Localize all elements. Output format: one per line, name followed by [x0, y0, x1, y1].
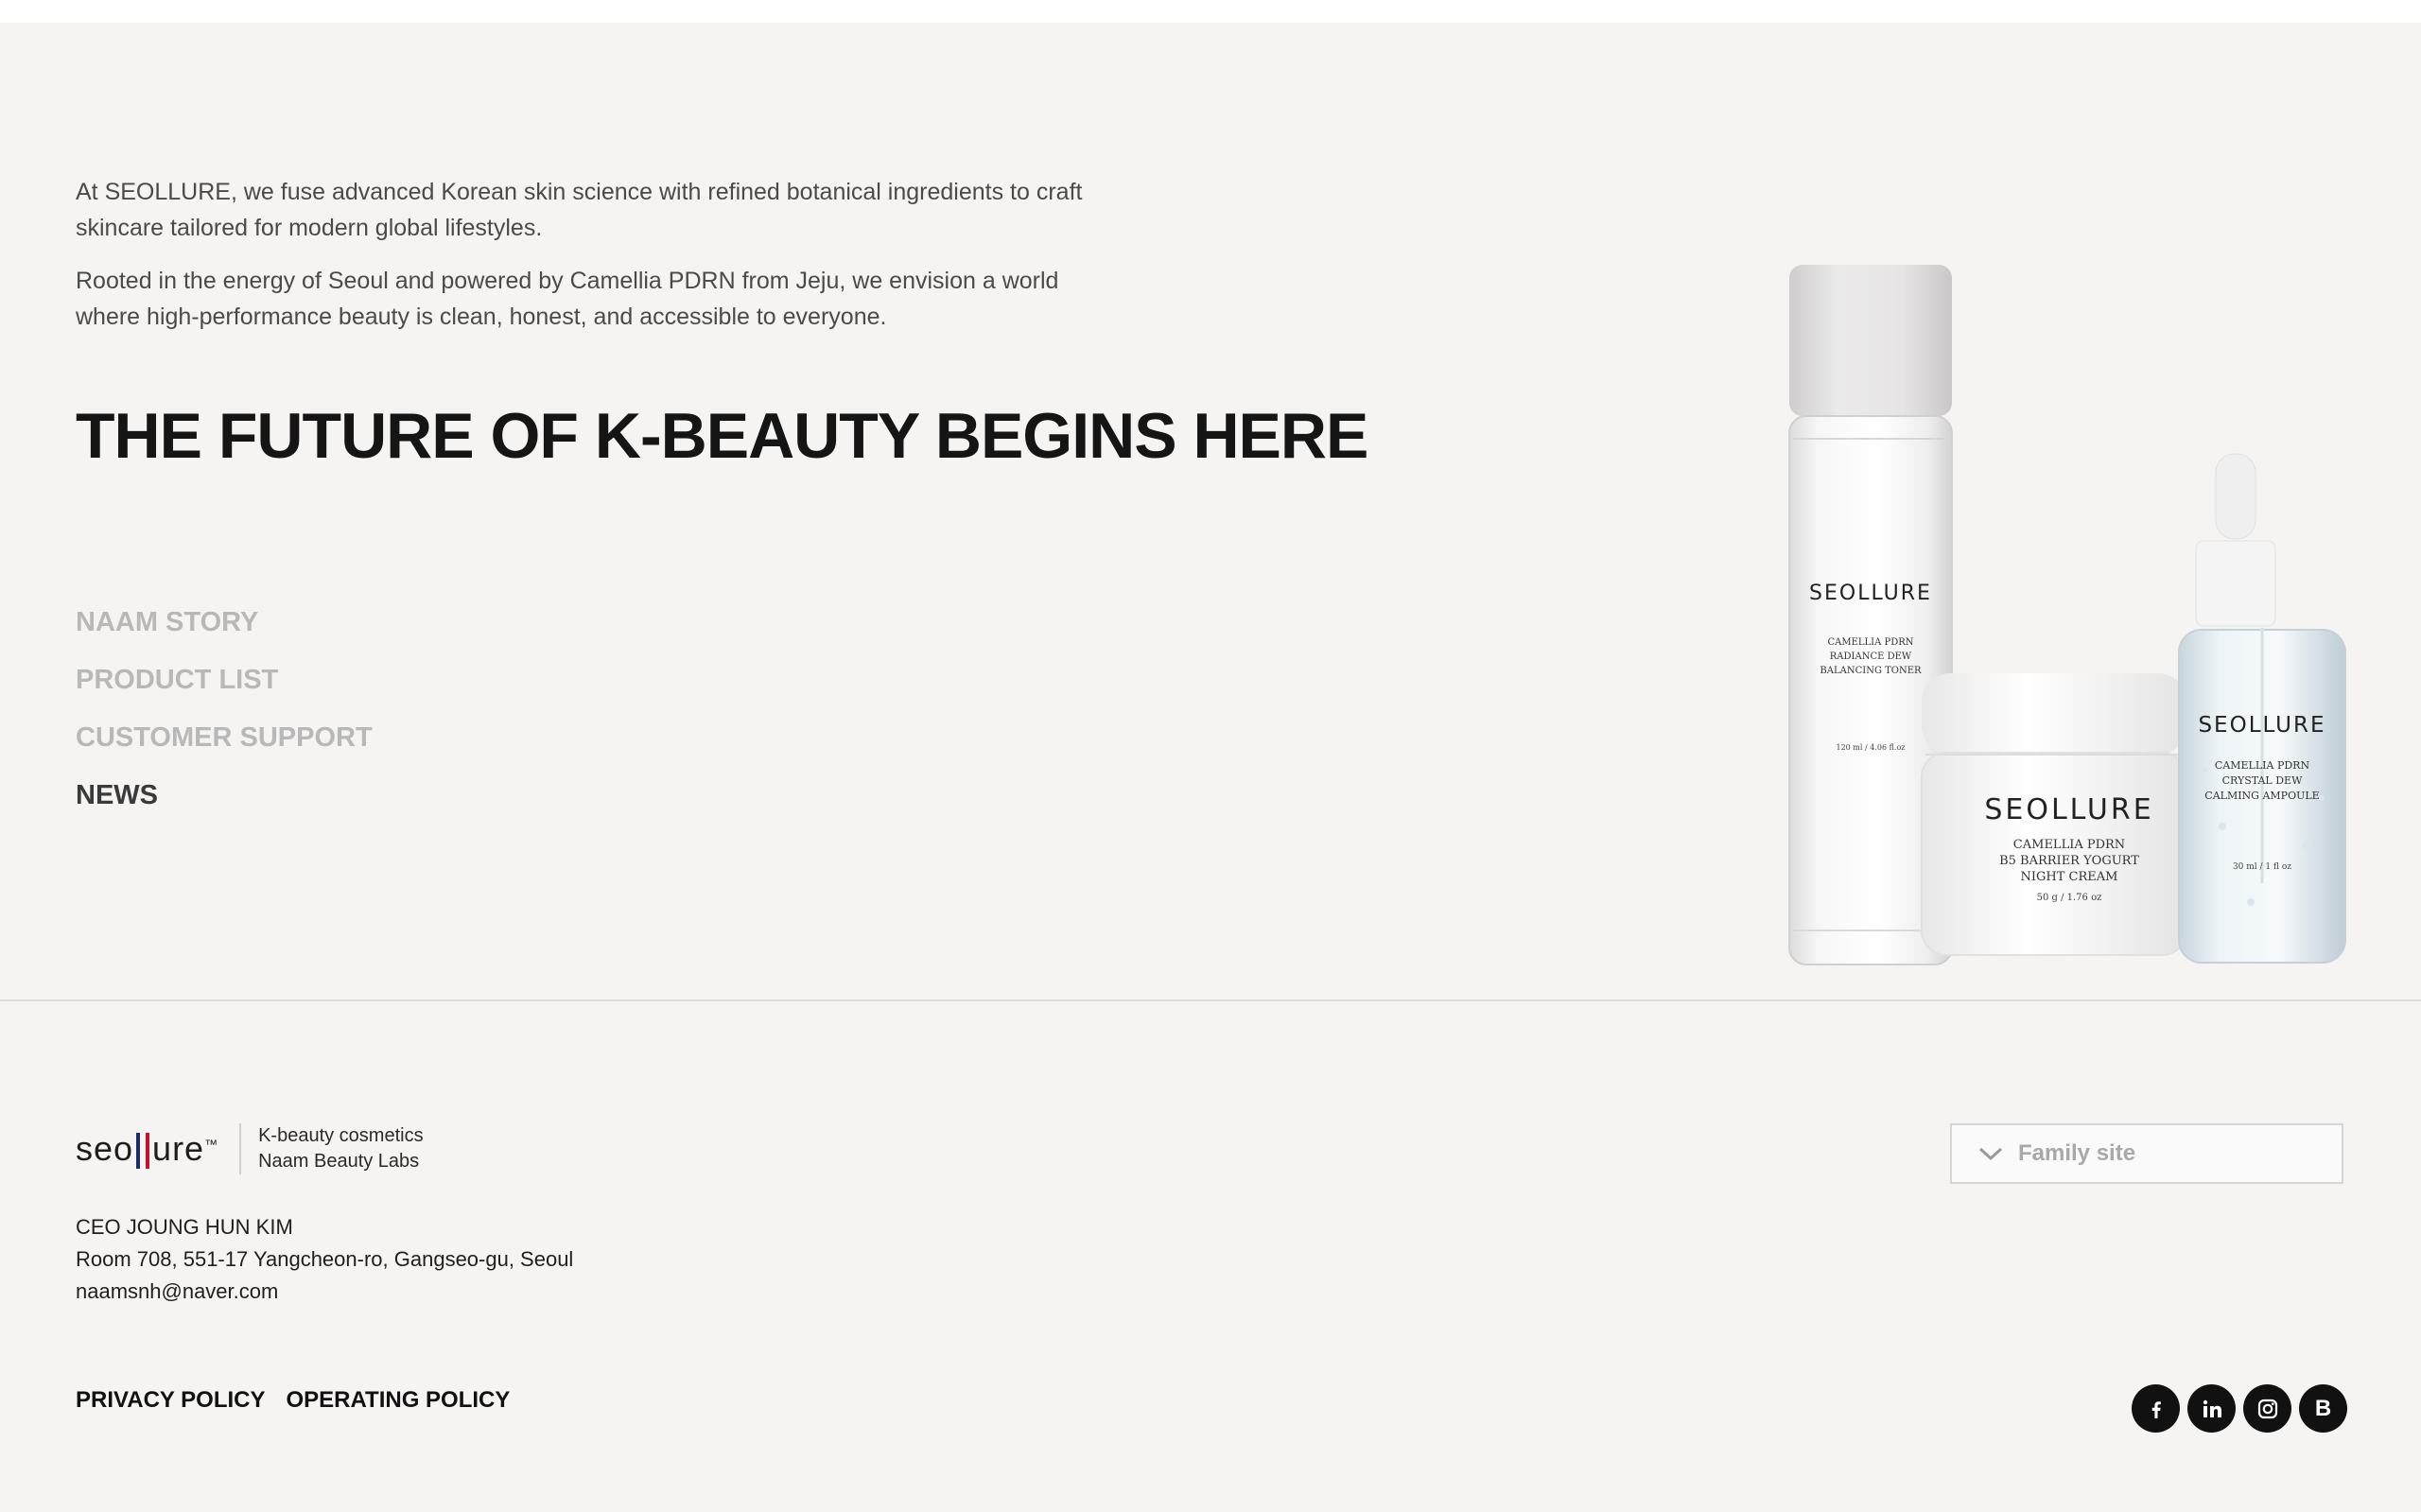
- intro-paragraph-1: At SEOLLURE, we fuse advanced Korean ski…: [76, 179, 1083, 241]
- intro: At SEOLLURE, we fuse advanced Korean ski…: [76, 174, 1097, 352]
- ampoule-bottle: SEOLLURE CAMELLIA PDRN CRYSTAL DEW CALMI…: [2178, 453, 2346, 964]
- company-email: naamsnh@naver.com: [76, 1279, 279, 1303]
- linkedin-icon: [2203, 1399, 2221, 1417]
- logo-tagline-2: Naam Beauty Labs: [258, 1151, 420, 1172]
- facebook-icon: [2151, 1400, 2161, 1418]
- facebook-button[interactable]: [2132, 1384, 2180, 1433]
- ceo-name: CEO JOUNG HUN KIM: [76, 1215, 293, 1239]
- nav-item-product-list[interactable]: PRODUCT LIST: [76, 652, 373, 709]
- ampoule-brand: SEOLLURE: [2198, 713, 2325, 738]
- nav-item-naam-story[interactable]: NAAM STORY: [76, 594, 373, 652]
- nav-item-news[interactable]: NEWS: [76, 767, 373, 825]
- company-address: Room 708, 551-17 Yangcheon-ro, Gangseo-g…: [76, 1247, 574, 1271]
- social-links: B: [2132, 1384, 2347, 1433]
- instagram-button[interactable]: [2243, 1384, 2291, 1433]
- cream-jar: SEOLLURE CAMELLIA PDRN B5 BARRIER YOGURT…: [1921, 673, 2187, 956]
- logo-tagline: K-beauty cosmetics Naam Beauty Labs: [258, 1123, 424, 1174]
- instagram-icon: [2257, 1399, 2277, 1418]
- operating-policy-link[interactable]: OPERATING POLICY: [286, 1387, 510, 1414]
- company-info: CEO JOUNG HUN KIM Room 708, 551-17 Yangc…: [76, 1211, 573, 1308]
- family-site-label: Family site: [2018, 1140, 2136, 1166]
- blog-button[interactable]: B: [2299, 1384, 2347, 1433]
- ampoule-volume: 30 ml / 1 fl oz: [2233, 862, 2291, 872]
- chevron-down-icon: [1978, 1147, 2003, 1161]
- nav-item-customer-support[interactable]: CUSTOMER SUPPORT: [76, 709, 373, 767]
- cream-volume: 50 g / 1.76 oz: [2037, 893, 2102, 903]
- intro-paragraph-2: Rooted in the energy of Seoul and powere…: [76, 268, 1059, 330]
- brand-logo: seo ure ™ K-beauty cosmetics Naam Beauty L…: [76, 1122, 424, 1175]
- toner-line3: BALANCING TONER: [1820, 666, 1922, 676]
- toner-volume: 120 ml / 4.06 fl.oz: [1836, 743, 1905, 752]
- headline: THE FUTURE OF K-BEAUTY BEGINS HERE: [76, 400, 1368, 472]
- ampoule-line2: CRYSTAL DEW: [2222, 774, 2303, 787]
- page: At SEOLLURE, we fuse advanced Korean ski…: [0, 23, 2421, 1512]
- logo-tagline-1: K-beauty cosmetics: [258, 1125, 424, 1146]
- main-nav: NAAM STORY PRODUCT LIST CUSTOMER SUPPORT…: [76, 594, 373, 825]
- privacy-policy-link[interactable]: PRIVACY POLICY: [76, 1387, 265, 1414]
- ampoule-line1: CAMELLIA PDRN: [2215, 759, 2310, 772]
- policy-links: PRIVACY POLICY OPERATING POLICY: [76, 1387, 510, 1414]
- toner-line1: CAMELLIA PDRN: [1827, 637, 1913, 648]
- cream-line3: NIGHT CREAM: [2021, 870, 2118, 884]
- product-image: SEOLLURE CAMELLIA PDRN RADIANCE DEW BALA…: [1788, 265, 2346, 965]
- linkedin-button[interactable]: [2187, 1384, 2236, 1433]
- family-site-select[interactable]: Family site: [1950, 1123, 2343, 1184]
- cream-line2: B5 BARRIER YOGURT: [1999, 854, 2139, 868]
- blog-icon: B: [2314, 1395, 2332, 1421]
- toner-line2: RADIANCE DEW: [1830, 652, 1912, 662]
- ampoule-line3: CALMING AMPOULE: [2204, 790, 2319, 802]
- section-divider: [0, 999, 2421, 1001]
- logo-separator: [239, 1123, 242, 1174]
- cream-brand: SEOLLURE: [1984, 793, 2153, 826]
- logo-wordmark: seo ure ™: [76, 1129, 219, 1169]
- toner-brand: SEOLLURE: [1809, 582, 1932, 605]
- cream-line1: CAMELLIA PDRN: [2013, 838, 2125, 852]
